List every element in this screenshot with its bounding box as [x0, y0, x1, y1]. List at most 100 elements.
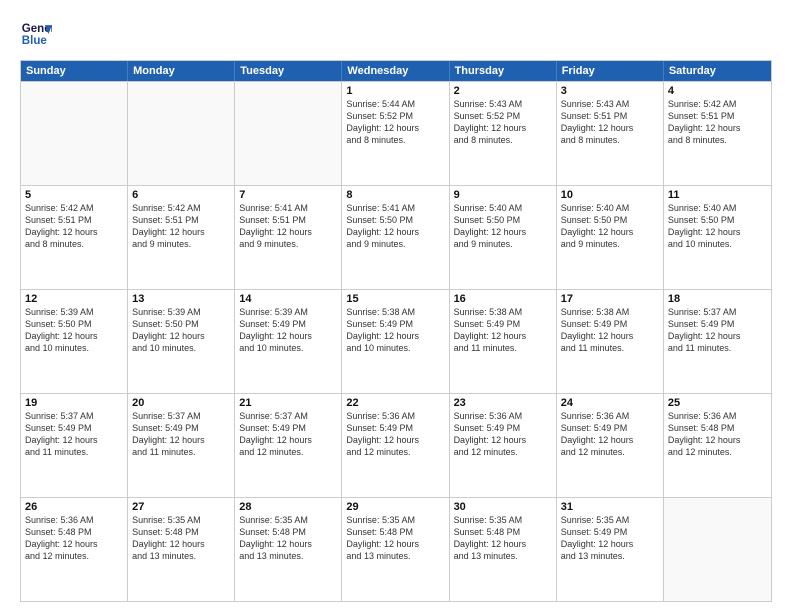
day-info: Sunrise: 5:38 AM Sunset: 5:49 PM Dayligh… — [561, 306, 659, 355]
empty-cell — [128, 82, 235, 185]
day-cell-18: 18Sunrise: 5:37 AM Sunset: 5:49 PM Dayli… — [664, 290, 771, 393]
day-number: 20 — [132, 397, 230, 409]
day-info: Sunrise: 5:36 AM Sunset: 5:49 PM Dayligh… — [561, 410, 659, 459]
day-number: 31 — [561, 501, 659, 513]
day-number: 23 — [454, 397, 552, 409]
day-number: 10 — [561, 189, 659, 201]
day-cell-13: 13Sunrise: 5:39 AM Sunset: 5:50 PM Dayli… — [128, 290, 235, 393]
header-day-sunday: Sunday — [21, 61, 128, 81]
day-number: 26 — [25, 501, 123, 513]
calendar-body: 1Sunrise: 5:44 AM Sunset: 5:52 PM Daylig… — [21, 81, 771, 601]
day-number: 14 — [239, 293, 337, 305]
day-number: 21 — [239, 397, 337, 409]
day-cell-4: 4Sunrise: 5:42 AM Sunset: 5:51 PM Daylig… — [664, 82, 771, 185]
svg-text:Blue: Blue — [22, 35, 48, 47]
calendar-header: SundayMondayTuesdayWednesdayThursdayFrid… — [21, 61, 771, 81]
empty-cell — [21, 82, 128, 185]
day-cell-8: 8Sunrise: 5:41 AM Sunset: 5:50 PM Daylig… — [342, 186, 449, 289]
day-number: 9 — [454, 189, 552, 201]
header-day-tuesday: Tuesday — [235, 61, 342, 81]
day-number: 8 — [346, 189, 444, 201]
day-info: Sunrise: 5:42 AM Sunset: 5:51 PM Dayligh… — [25, 202, 123, 251]
day-number: 13 — [132, 293, 230, 305]
day-info: Sunrise: 5:41 AM Sunset: 5:51 PM Dayligh… — [239, 202, 337, 251]
day-number: 7 — [239, 189, 337, 201]
day-cell-14: 14Sunrise: 5:39 AM Sunset: 5:49 PM Dayli… — [235, 290, 342, 393]
day-info: Sunrise: 5:35 AM Sunset: 5:49 PM Dayligh… — [561, 514, 659, 563]
day-cell-7: 7Sunrise: 5:41 AM Sunset: 5:51 PM Daylig… — [235, 186, 342, 289]
day-number: 27 — [132, 501, 230, 513]
day-cell-23: 23Sunrise: 5:36 AM Sunset: 5:49 PM Dayli… — [450, 394, 557, 497]
day-info: Sunrise: 5:39 AM Sunset: 5:50 PM Dayligh… — [132, 306, 230, 355]
week-row-4: 19Sunrise: 5:37 AM Sunset: 5:49 PM Dayli… — [21, 393, 771, 497]
day-info: Sunrise: 5:40 AM Sunset: 5:50 PM Dayligh… — [668, 202, 767, 251]
day-cell-6: 6Sunrise: 5:42 AM Sunset: 5:51 PM Daylig… — [128, 186, 235, 289]
day-number: 29 — [346, 501, 444, 513]
day-cell-10: 10Sunrise: 5:40 AM Sunset: 5:50 PM Dayli… — [557, 186, 664, 289]
day-info: Sunrise: 5:37 AM Sunset: 5:49 PM Dayligh… — [239, 410, 337, 459]
week-row-1: 1Sunrise: 5:44 AM Sunset: 5:52 PM Daylig… — [21, 81, 771, 185]
day-info: Sunrise: 5:39 AM Sunset: 5:49 PM Dayligh… — [239, 306, 337, 355]
day-cell-5: 5Sunrise: 5:42 AM Sunset: 5:51 PM Daylig… — [21, 186, 128, 289]
day-info: Sunrise: 5:40 AM Sunset: 5:50 PM Dayligh… — [454, 202, 552, 251]
logo-icon: General Blue — [20, 18, 52, 50]
week-row-5: 26Sunrise: 5:36 AM Sunset: 5:48 PM Dayli… — [21, 497, 771, 601]
day-number: 5 — [25, 189, 123, 201]
day-number: 16 — [454, 293, 552, 305]
header-day-monday: Monday — [128, 61, 235, 81]
day-info: Sunrise: 5:37 AM Sunset: 5:49 PM Dayligh… — [25, 410, 123, 459]
day-cell-30: 30Sunrise: 5:35 AM Sunset: 5:48 PM Dayli… — [450, 498, 557, 601]
day-info: Sunrise: 5:43 AM Sunset: 5:52 PM Dayligh… — [454, 98, 552, 147]
day-cell-24: 24Sunrise: 5:36 AM Sunset: 5:49 PM Dayli… — [557, 394, 664, 497]
day-number: 19 — [25, 397, 123, 409]
day-info: Sunrise: 5:36 AM Sunset: 5:48 PM Dayligh… — [668, 410, 767, 459]
day-number: 18 — [668, 293, 767, 305]
day-cell-17: 17Sunrise: 5:38 AM Sunset: 5:49 PM Dayli… — [557, 290, 664, 393]
day-number: 6 — [132, 189, 230, 201]
day-info: Sunrise: 5:36 AM Sunset: 5:48 PM Dayligh… — [25, 514, 123, 563]
calendar: SundayMondayTuesdayWednesdayThursdayFrid… — [20, 60, 772, 602]
day-cell-27: 27Sunrise: 5:35 AM Sunset: 5:48 PM Dayli… — [128, 498, 235, 601]
day-cell-15: 15Sunrise: 5:38 AM Sunset: 5:49 PM Dayli… — [342, 290, 449, 393]
header-day-thursday: Thursday — [450, 61, 557, 81]
header: General Blue — [20, 18, 772, 50]
day-number: 3 — [561, 85, 659, 97]
day-info: Sunrise: 5:38 AM Sunset: 5:49 PM Dayligh… — [346, 306, 444, 355]
day-info: Sunrise: 5:35 AM Sunset: 5:48 PM Dayligh… — [239, 514, 337, 563]
day-number: 30 — [454, 501, 552, 513]
day-info: Sunrise: 5:42 AM Sunset: 5:51 PM Dayligh… — [668, 98, 767, 147]
day-info: Sunrise: 5:43 AM Sunset: 5:51 PM Dayligh… — [561, 98, 659, 147]
day-info: Sunrise: 5:36 AM Sunset: 5:49 PM Dayligh… — [346, 410, 444, 459]
day-number: 17 — [561, 293, 659, 305]
day-cell-3: 3Sunrise: 5:43 AM Sunset: 5:51 PM Daylig… — [557, 82, 664, 185]
day-cell-31: 31Sunrise: 5:35 AM Sunset: 5:49 PM Dayli… — [557, 498, 664, 601]
empty-cell — [235, 82, 342, 185]
day-cell-19: 19Sunrise: 5:37 AM Sunset: 5:49 PM Dayli… — [21, 394, 128, 497]
day-cell-9: 9Sunrise: 5:40 AM Sunset: 5:50 PM Daylig… — [450, 186, 557, 289]
day-info: Sunrise: 5:35 AM Sunset: 5:48 PM Dayligh… — [132, 514, 230, 563]
day-info: Sunrise: 5:36 AM Sunset: 5:49 PM Dayligh… — [454, 410, 552, 459]
day-number: 11 — [668, 189, 767, 201]
day-cell-12: 12Sunrise: 5:39 AM Sunset: 5:50 PM Dayli… — [21, 290, 128, 393]
day-cell-26: 26Sunrise: 5:36 AM Sunset: 5:48 PM Dayli… — [21, 498, 128, 601]
day-info: Sunrise: 5:37 AM Sunset: 5:49 PM Dayligh… — [132, 410, 230, 459]
day-info: Sunrise: 5:44 AM Sunset: 5:52 PM Dayligh… — [346, 98, 444, 147]
day-info: Sunrise: 5:37 AM Sunset: 5:49 PM Dayligh… — [668, 306, 767, 355]
day-number: 24 — [561, 397, 659, 409]
day-cell-11: 11Sunrise: 5:40 AM Sunset: 5:50 PM Dayli… — [664, 186, 771, 289]
day-cell-25: 25Sunrise: 5:36 AM Sunset: 5:48 PM Dayli… — [664, 394, 771, 497]
day-number: 22 — [346, 397, 444, 409]
page: General Blue SundayMondayTuesdayWednesda… — [0, 0, 792, 612]
day-cell-22: 22Sunrise: 5:36 AM Sunset: 5:49 PM Dayli… — [342, 394, 449, 497]
day-info: Sunrise: 5:40 AM Sunset: 5:50 PM Dayligh… — [561, 202, 659, 251]
day-cell-21: 21Sunrise: 5:37 AM Sunset: 5:49 PM Dayli… — [235, 394, 342, 497]
day-number: 1 — [346, 85, 444, 97]
week-row-2: 5Sunrise: 5:42 AM Sunset: 5:51 PM Daylig… — [21, 185, 771, 289]
day-number: 28 — [239, 501, 337, 513]
day-cell-28: 28Sunrise: 5:35 AM Sunset: 5:48 PM Dayli… — [235, 498, 342, 601]
empty-cell — [664, 498, 771, 601]
day-cell-2: 2Sunrise: 5:43 AM Sunset: 5:52 PM Daylig… — [450, 82, 557, 185]
day-number: 25 — [668, 397, 767, 409]
day-cell-16: 16Sunrise: 5:38 AM Sunset: 5:49 PM Dayli… — [450, 290, 557, 393]
day-cell-20: 20Sunrise: 5:37 AM Sunset: 5:49 PM Dayli… — [128, 394, 235, 497]
